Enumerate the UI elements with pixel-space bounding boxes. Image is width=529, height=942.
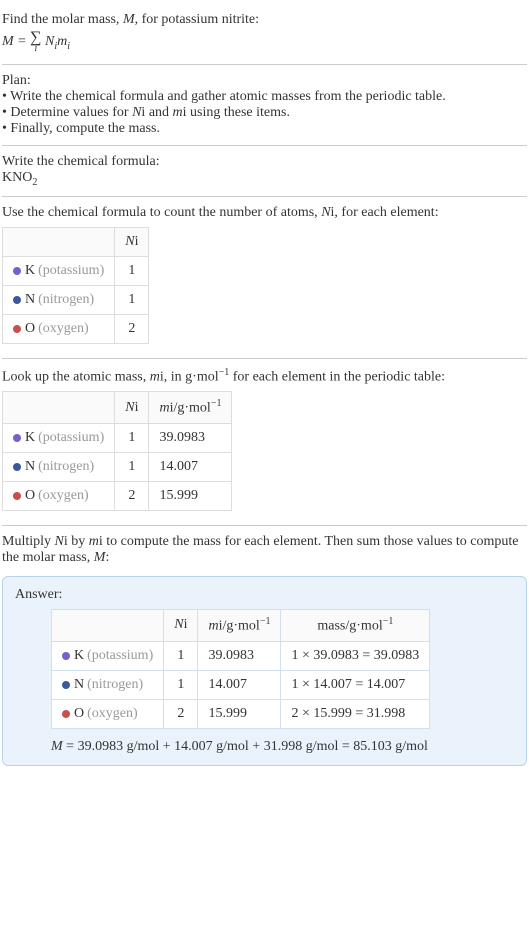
element-cell: O(oxygen) (3, 482, 115, 511)
formula-N: N (45, 34, 54, 49)
intro-M: M (123, 12, 135, 27)
plan-item-1: • Write the chemical formula and gather … (2, 89, 527, 105)
sum-symbol: ∑i (30, 30, 41, 54)
table-row: N(nitrogen) 1 14.007 (3, 453, 232, 482)
formula-eq: = (14, 34, 30, 49)
element-dot-icon (13, 325, 21, 333)
element-dot-icon (13, 492, 21, 500)
N-header: Ni (115, 392, 149, 424)
element-cell: N(nitrogen) (3, 453, 115, 482)
intro-suffix: , for potassium nitrite: (135, 12, 259, 27)
m-cell: 39.0983 (198, 641, 281, 670)
n-cell: 1 (115, 285, 149, 314)
plan-item-2: • Determine values for Ni and mi using t… (2, 105, 527, 121)
N-header: Ni (115, 227, 149, 256)
mass-cell: 2 × 15.999 = 31.998 (281, 699, 430, 728)
empty-header (3, 227, 115, 256)
table-header-row: Ni (3, 227, 149, 256)
chemformula-title: Write the chemical formula: (2, 154, 527, 170)
table-row: N(nitrogen) 1 14.007 1 × 14.007 = 14.007 (52, 670, 430, 699)
plan-section: Plan: • Write the chemical formula and g… (2, 65, 527, 146)
n-cell: 2 (164, 699, 198, 728)
table-row: K(potassium) 1 39.0983 1 × 39.0983 = 39.… (52, 641, 430, 670)
count-table: Ni K(potassium) 1 N(nitrogen) 1 O(oxygen… (2, 227, 149, 344)
element-cell: K(potassium) (3, 424, 115, 453)
element-cell: O(oxygen) (52, 699, 164, 728)
element-cell: K(potassium) (3, 256, 115, 285)
chemformula-section: Write the chemical formula: KNO2 (2, 146, 527, 197)
element-cell: O(oxygen) (3, 314, 115, 343)
intro-section: Find the molar mass, M, for potassium ni… (2, 4, 527, 65)
element-cell: N(nitrogen) (3, 285, 115, 314)
n-cell: 1 (164, 670, 198, 699)
m-cell: 15.999 (149, 482, 232, 511)
n-cell: 1 (115, 256, 149, 285)
N-header: Ni (164, 610, 198, 642)
plan-title: Plan: (2, 73, 527, 89)
formula-M: M (2, 34, 14, 49)
table-header-row: Ni mi/g·mol−1 mass/g·mol−1 (52, 610, 430, 642)
empty-header (3, 392, 115, 424)
table-row: O(oxygen) 2 (3, 314, 149, 343)
element-dot-icon (13, 434, 21, 442)
intro-line: Find the molar mass, M, for potassium ni… (2, 12, 527, 28)
m-header: mi/g·mol−1 (149, 392, 232, 424)
mass-cell: 1 × 14.007 = 14.007 (281, 670, 430, 699)
n-cell: 1 (164, 641, 198, 670)
element-cell: N(nitrogen) (52, 670, 164, 699)
n-cell: 2 (115, 314, 149, 343)
compute-section: Multiply Ni by mi to compute the mass fo… (2, 526, 527, 570)
answer-box: Answer: Ni mi/g·mol−1 mass/g·mol−1 K(pot… (2, 576, 527, 766)
empty-header (52, 610, 164, 642)
m-cell: 39.0983 (149, 424, 232, 453)
element-dot-icon (13, 267, 21, 275)
table-row: N(nitrogen) 1 (3, 285, 149, 314)
formula-m-sub: i (67, 41, 70, 52)
element-cell: K(potassium) (52, 641, 164, 670)
mass-header: mass/g·mol−1 (281, 610, 430, 642)
n-cell: 1 (115, 453, 149, 482)
answer-final: M = 39.0983 g/mol + 14.007 g/mol + 31.99… (51, 739, 514, 755)
atomic-section: Look up the atomic mass, mi, in g·mol−1 … (2, 359, 527, 526)
m-cell: 14.007 (149, 453, 232, 482)
table-row: O(oxygen) 2 15.999 (3, 482, 232, 511)
element-dot-icon (62, 710, 70, 718)
intro-prefix: Find the molar mass, (2, 12, 123, 27)
chemformula-value: KNO2 (2, 170, 527, 188)
mass-cell: 1 × 39.0983 = 39.0983 (281, 641, 430, 670)
element-dot-icon (62, 681, 70, 689)
n-cell: 2 (115, 482, 149, 511)
table-row: O(oxygen) 2 15.999 2 × 15.999 = 31.998 (52, 699, 430, 728)
table-row: K(potassium) 1 39.0983 (3, 424, 232, 453)
plan-item-3: • Finally, compute the mass. (2, 121, 527, 137)
element-dot-icon (13, 296, 21, 304)
answer-table: Ni mi/g·mol−1 mass/g·mol−1 K(potassium) … (51, 609, 430, 729)
count-section: Use the chemical formula to count the nu… (2, 197, 527, 359)
table-row: K(potassium) 1 (3, 256, 149, 285)
m-cell: 14.007 (198, 670, 281, 699)
element-dot-icon (13, 463, 21, 471)
element-dot-icon (62, 652, 70, 660)
compute-text: Multiply Ni by mi to compute the mass fo… (2, 534, 527, 566)
n-cell: 1 (115, 424, 149, 453)
atomic-table: Ni mi/g·mol−1 K(potassium) 1 39.0983 N(n… (2, 391, 232, 511)
atomic-title: Look up the atomic mass, mi, in g·mol−1 … (2, 367, 527, 386)
count-title: Use the chemical formula to count the nu… (2, 205, 527, 221)
m-cell: 15.999 (198, 699, 281, 728)
answer-label: Answer: (15, 587, 514, 603)
m-header: mi/g·mol−1 (198, 610, 281, 642)
intro-formula: M = ∑i Nimi (2, 30, 527, 54)
table-header-row: Ni mi/g·mol−1 (3, 392, 232, 424)
formula-m: m (57, 34, 67, 49)
